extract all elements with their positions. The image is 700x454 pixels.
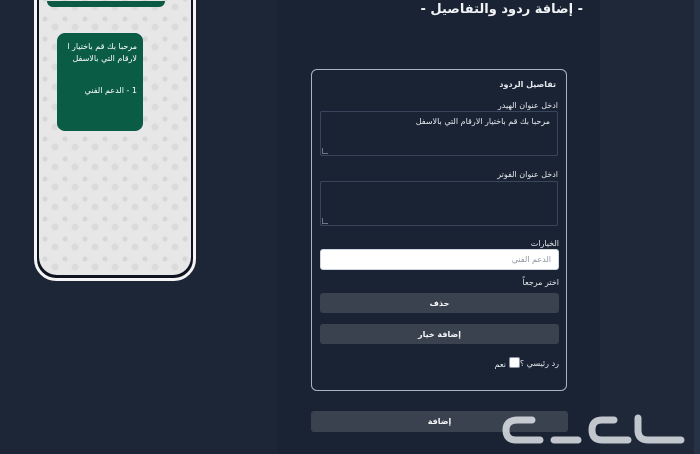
scrollbar[interactable] <box>694 0 700 454</box>
footer-label: ادخل عنوان الفوتر <box>497 170 558 179</box>
message-bubble: مرحبا بك قم باختيار ا لارقام التي بالاسف… <box>57 33 143 131</box>
right-gutter <box>600 0 700 454</box>
chat-header-strip <box>47 1 165 7</box>
header-label: ادخل عنوان الهيدر <box>497 101 558 110</box>
main-reply-checkbox[interactable] <box>509 357 520 368</box>
main-reply-label: رد رئيسي ؟ <box>519 359 559 368</box>
section-title: تفاصيل الردود <box>499 80 556 89</box>
footer-textarea[interactable] <box>320 181 558 226</box>
haraj-logo <box>502 414 685 444</box>
message-option: 1 - الدعم الفني <box>84 86 137 95</box>
page-title: - إضافة ردود والتفاصيل - <box>420 2 583 17</box>
reply-select-label[interactable]: اختر مرجعاً <box>523 278 559 287</box>
header-textarea[interactable]: مرحبا بك قم باختيار الارقام التي بالاسفل <box>320 111 558 156</box>
message-line-1: مرحبا بك قم باختيار ا <box>67 42 137 51</box>
message-line-2: لارقام التي بالاسفل <box>72 54 137 63</box>
resize-handle-icon[interactable] <box>322 218 328 224</box>
options-label: الخيارات <box>530 239 559 248</box>
add-option-button[interactable]: إضافة خيار <box>320 324 559 344</box>
delete-button[interactable]: حذف <box>320 293 559 313</box>
resize-handle-icon[interactable] <box>322 148 328 154</box>
option-input[interactable]: الدعم الفني <box>320 249 559 270</box>
header-value: مرحبا بك قم باختيار الارقام التي بالاسفل <box>415 117 550 126</box>
yes-label: نعم <box>494 360 506 369</box>
